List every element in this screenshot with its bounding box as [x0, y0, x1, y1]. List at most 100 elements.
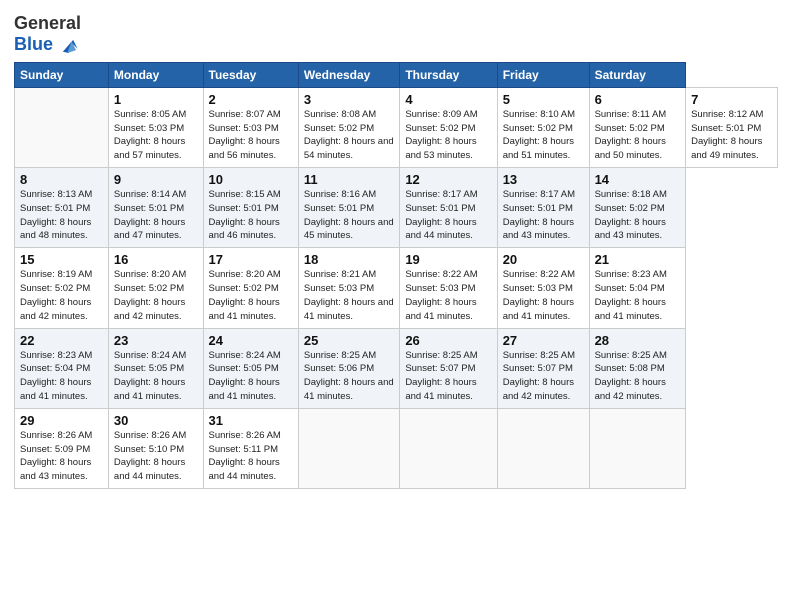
weekday-header: Saturday [589, 62, 686, 87]
day-number: 12 [405, 172, 491, 187]
calendar-week-row: 8 Sunrise: 8:13 AMSunset: 5:01 PMDayligh… [15, 168, 778, 248]
day-number: 10 [209, 172, 293, 187]
weekday-header: Monday [108, 62, 203, 87]
calendar-cell: 7 Sunrise: 8:12 AMSunset: 5:01 PMDayligh… [686, 87, 778, 167]
weekday-header: Friday [497, 62, 589, 87]
day-number: 27 [503, 333, 584, 348]
day-detail: Sunrise: 8:24 AMSunset: 5:05 PMDaylight:… [114, 350, 186, 402]
calendar-cell: 9 Sunrise: 8:14 AMSunset: 5:01 PMDayligh… [108, 168, 203, 248]
day-number: 29 [20, 413, 103, 428]
day-detail: Sunrise: 8:17 AMSunset: 5:01 PMDaylight:… [503, 189, 575, 241]
day-number: 16 [114, 252, 198, 267]
calendar-cell: 3 Sunrise: 8:08 AMSunset: 5:02 PMDayligh… [298, 87, 399, 167]
calendar-cell: 21 Sunrise: 8:23 AMSunset: 5:04 PMDaylig… [589, 248, 686, 328]
day-number: 18 [304, 252, 394, 267]
day-number: 28 [595, 333, 681, 348]
calendar-week-row: 22 Sunrise: 8:23 AMSunset: 5:04 PMDaylig… [15, 328, 778, 408]
calendar-cell [298, 408, 399, 488]
header: General Blue [14, 10, 778, 56]
day-number: 14 [595, 172, 681, 187]
calendar-cell: 17 Sunrise: 8:20 AMSunset: 5:02 PMDaylig… [203, 248, 298, 328]
day-number: 20 [503, 252, 584, 267]
weekday-header: Wednesday [298, 62, 399, 87]
day-number: 11 [304, 172, 394, 187]
day-number: 1 [114, 92, 198, 107]
calendar-page: General Blue SundayMondayTuesdayWednesda… [0, 0, 792, 612]
calendar-cell: 27 Sunrise: 8:25 AMSunset: 5:07 PMDaylig… [497, 328, 589, 408]
weekday-header: Tuesday [203, 62, 298, 87]
day-detail: Sunrise: 8:05 AMSunset: 5:03 PMDaylight:… [114, 109, 186, 161]
day-number: 9 [114, 172, 198, 187]
day-detail: Sunrise: 8:13 AMSunset: 5:01 PMDaylight:… [20, 189, 92, 241]
day-detail: Sunrise: 8:19 AMSunset: 5:02 PMDaylight:… [20, 269, 92, 321]
calendar-cell: 5 Sunrise: 8:10 AMSunset: 5:02 PMDayligh… [497, 87, 589, 167]
calendar-cell: 11 Sunrise: 8:16 AMSunset: 5:01 PMDaylig… [298, 168, 399, 248]
day-number: 17 [209, 252, 293, 267]
calendar-cell: 6 Sunrise: 8:11 AMSunset: 5:02 PMDayligh… [589, 87, 686, 167]
calendar-cell: 8 Sunrise: 8:13 AMSunset: 5:01 PMDayligh… [15, 168, 109, 248]
day-detail: Sunrise: 8:22 AMSunset: 5:03 PMDaylight:… [405, 269, 477, 321]
calendar-cell: 19 Sunrise: 8:22 AMSunset: 5:03 PMDaylig… [400, 248, 497, 328]
day-detail: Sunrise: 8:20 AMSunset: 5:02 PMDaylight:… [209, 269, 281, 321]
day-detail: Sunrise: 8:26 AMSunset: 5:10 PMDaylight:… [114, 430, 186, 482]
calendar-week-row: 1 Sunrise: 8:05 AMSunset: 5:03 PMDayligh… [15, 87, 778, 167]
day-number: 6 [595, 92, 681, 107]
day-detail: Sunrise: 8:16 AMSunset: 5:01 PMDaylight:… [304, 189, 394, 241]
day-number: 19 [405, 252, 491, 267]
day-detail: Sunrise: 8:25 AMSunset: 5:07 PMDaylight:… [405, 350, 477, 402]
calendar-cell: 4 Sunrise: 8:09 AMSunset: 5:02 PMDayligh… [400, 87, 497, 167]
day-number: 4 [405, 92, 491, 107]
day-number: 24 [209, 333, 293, 348]
day-detail: Sunrise: 8:12 AMSunset: 5:01 PMDaylight:… [691, 109, 763, 161]
day-number: 31 [209, 413, 293, 428]
calendar-cell: 23 Sunrise: 8:24 AMSunset: 5:05 PMDaylig… [108, 328, 203, 408]
calendar-table: SundayMondayTuesdayWednesdayThursdayFrid… [14, 62, 778, 489]
logo-general-text: General [14, 13, 81, 33]
day-number: 2 [209, 92, 293, 107]
day-number: 15 [20, 252, 103, 267]
day-detail: Sunrise: 8:21 AMSunset: 5:03 PMDaylight:… [304, 269, 394, 321]
calendar-cell: 12 Sunrise: 8:17 AMSunset: 5:01 PMDaylig… [400, 168, 497, 248]
day-detail: Sunrise: 8:26 AMSunset: 5:09 PMDaylight:… [20, 430, 92, 482]
day-number: 13 [503, 172, 584, 187]
day-detail: Sunrise: 8:22 AMSunset: 5:03 PMDaylight:… [503, 269, 575, 321]
calendar-cell: 18 Sunrise: 8:21 AMSunset: 5:03 PMDaylig… [298, 248, 399, 328]
logo-blue-text: Blue [14, 35, 53, 55]
empty-cell [15, 87, 109, 167]
calendar-cell: 2 Sunrise: 8:07 AMSunset: 5:03 PMDayligh… [203, 87, 298, 167]
day-detail: Sunrise: 8:07 AMSunset: 5:03 PMDaylight:… [209, 109, 281, 161]
calendar-cell: 31 Sunrise: 8:26 AMSunset: 5:11 PMDaylig… [203, 408, 298, 488]
calendar-cell [400, 408, 497, 488]
weekday-header: Sunday [15, 62, 109, 87]
calendar-week-row: 29 Sunrise: 8:26 AMSunset: 5:09 PMDaylig… [15, 408, 778, 488]
calendar-cell: 29 Sunrise: 8:26 AMSunset: 5:09 PMDaylig… [15, 408, 109, 488]
day-detail: Sunrise: 8:09 AMSunset: 5:02 PMDaylight:… [405, 109, 477, 161]
weekday-header-row: SundayMondayTuesdayWednesdayThursdayFrid… [15, 62, 778, 87]
calendar-cell: 22 Sunrise: 8:23 AMSunset: 5:04 PMDaylig… [15, 328, 109, 408]
day-detail: Sunrise: 8:25 AMSunset: 5:07 PMDaylight:… [503, 350, 575, 402]
logo-icon [57, 34, 79, 56]
day-number: 22 [20, 333, 103, 348]
day-detail: Sunrise: 8:14 AMSunset: 5:01 PMDaylight:… [114, 189, 186, 241]
calendar-cell: 1 Sunrise: 8:05 AMSunset: 5:03 PMDayligh… [108, 87, 203, 167]
calendar-cell [497, 408, 589, 488]
calendar-cell: 25 Sunrise: 8:25 AMSunset: 5:06 PMDaylig… [298, 328, 399, 408]
day-detail: Sunrise: 8:25 AMSunset: 5:08 PMDaylight:… [595, 350, 667, 402]
calendar-cell: 15 Sunrise: 8:19 AMSunset: 5:02 PMDaylig… [15, 248, 109, 328]
day-number: 26 [405, 333, 491, 348]
day-detail: Sunrise: 8:11 AMSunset: 5:02 PMDaylight:… [595, 109, 667, 161]
day-number: 30 [114, 413, 198, 428]
day-detail: Sunrise: 8:08 AMSunset: 5:02 PMDaylight:… [304, 109, 394, 161]
calendar-cell: 28 Sunrise: 8:25 AMSunset: 5:08 PMDaylig… [589, 328, 686, 408]
day-number: 3 [304, 92, 394, 107]
calendar-cell: 10 Sunrise: 8:15 AMSunset: 5:01 PMDaylig… [203, 168, 298, 248]
calendar-cell: 20 Sunrise: 8:22 AMSunset: 5:03 PMDaylig… [497, 248, 589, 328]
day-detail: Sunrise: 8:25 AMSunset: 5:06 PMDaylight:… [304, 350, 394, 402]
day-detail: Sunrise: 8:10 AMSunset: 5:02 PMDaylight:… [503, 109, 575, 161]
calendar-cell: 26 Sunrise: 8:25 AMSunset: 5:07 PMDaylig… [400, 328, 497, 408]
day-detail: Sunrise: 8:24 AMSunset: 5:05 PMDaylight:… [209, 350, 281, 402]
calendar-cell [589, 408, 686, 488]
day-number: 23 [114, 333, 198, 348]
day-detail: Sunrise: 8:23 AMSunset: 5:04 PMDaylight:… [20, 350, 92, 402]
day-detail: Sunrise: 8:26 AMSunset: 5:11 PMDaylight:… [209, 430, 281, 482]
